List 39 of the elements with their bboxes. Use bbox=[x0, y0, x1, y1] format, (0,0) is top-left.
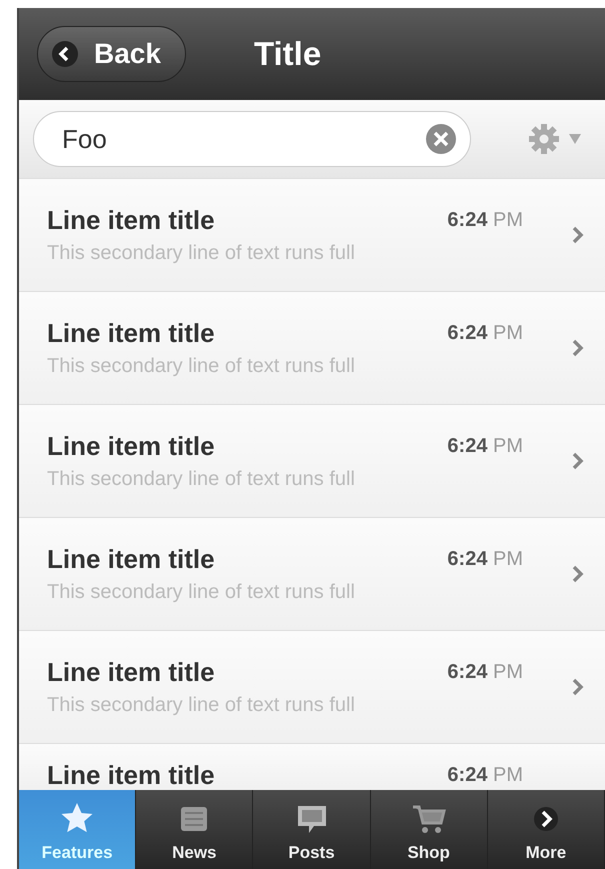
item-time: 6:24 PM bbox=[447, 434, 523, 459]
screen-title: Title bbox=[254, 35, 322, 73]
settings-icon bbox=[527, 122, 561, 156]
chevron-right-icon bbox=[571, 451, 585, 471]
chevron-right-icon bbox=[571, 338, 585, 358]
item-title: Line item title bbox=[47, 431, 215, 462]
item-time: 6:24 PM bbox=[447, 208, 523, 233]
item-subtitle: This secondary line of text runs full bbox=[47, 694, 356, 717]
item-title: Line item title bbox=[47, 544, 215, 575]
list-row[interactable]: Line item title 6:24 PM This secondary line of text runs full bbox=[19, 292, 605, 405]
item-time: 6:24 PM bbox=[447, 763, 523, 788]
list-row[interactable]: Line item title 6:24 PM This secondary line of text runs full bbox=[19, 179, 605, 292]
tab-item[interactable]: Posts bbox=[253, 790, 371, 869]
tab-item[interactable]: More bbox=[488, 790, 605, 869]
item-time: 6:24 PM bbox=[447, 547, 523, 572]
item-title: Line item title bbox=[47, 205, 215, 236]
item-time: 6:24 PM bbox=[447, 321, 523, 346]
item-title: Line item title bbox=[47, 318, 215, 349]
item-time: 6:24 PM bbox=[447, 660, 523, 685]
back-button[interactable]: Back bbox=[37, 26, 186, 82]
item-subtitle: This secondary line of text runs full bbox=[47, 581, 356, 604]
chevron-right-icon bbox=[571, 677, 585, 697]
item-subtitle: This secondary line of text runs full bbox=[47, 242, 356, 265]
list-row[interactable]: Line item title 6:24 PM This secondary line of text runs full bbox=[19, 405, 605, 518]
chevron-right-icon bbox=[571, 225, 585, 245]
list-row[interactable]: Line item title 6:24 PM This secondary line of text runs full bbox=[19, 518, 605, 631]
item-subtitle: This secondary line of text runs full bbox=[47, 468, 356, 491]
caret-icon bbox=[569, 134, 581, 144]
item-title: Line item title bbox=[47, 760, 215, 790]
item-title: Line item title bbox=[47, 657, 215, 688]
tab-item[interactable]: News bbox=[136, 790, 254, 869]
list-row[interactable]: Line item title 6:24 PM bbox=[19, 744, 605, 790]
chevron-right-icon bbox=[571, 564, 585, 584]
item-subtitle: This secondary line of text runs full bbox=[47, 355, 356, 378]
tab-item[interactable]: Shop bbox=[370, 790, 488, 869]
search-field[interactable]: Foo bbox=[33, 111, 471, 167]
list-row[interactable]: Line item title 6:24 PM This secondary line of text runs full bbox=[19, 631, 605, 744]
chevron-left-icon bbox=[52, 41, 78, 67]
clear-icon bbox=[425, 123, 457, 155]
